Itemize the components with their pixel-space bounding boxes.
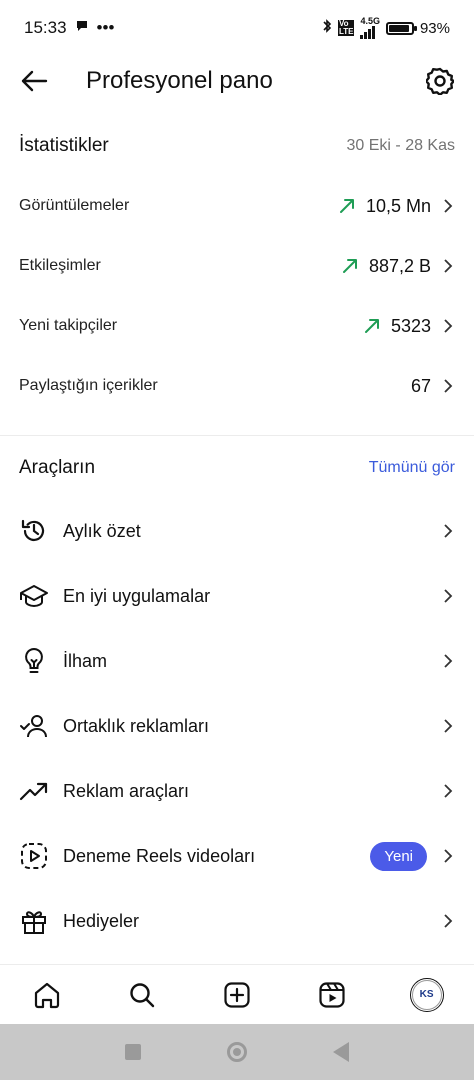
gear-icon [426,67,454,95]
signal-icon [360,26,376,39]
volte-badge: Vo LTE [337,19,355,36]
trend-up-arrow-icon [364,319,379,333]
stat-row-engagement[interactable]: Etkileşimler 887,2 B [19,246,455,286]
stat-row-views[interactable]: Görüntülemeler 10,5 Mn [19,186,455,226]
tool-row-trial-reels[interactable]: Deneme Reels videoları Yeni [19,830,455,882]
tool-row-gifts[interactable]: Hediyeler [19,895,455,947]
status-bar: 15:33 ••• Vo LTE 4.5G 93% [0,0,474,56]
nav-profile-button[interactable]: KS [405,973,449,1017]
home-icon [35,982,60,1008]
status-bar-right: Vo LTE 4.5G 93% [322,17,450,39]
section-divider [0,435,474,436]
recent-apps-button[interactable] [125,1044,141,1060]
stat-value: 5323 [390,315,431,336]
network-indicator: 4.5G [360,17,380,39]
back-arrow-icon [21,70,48,92]
tools-section-header: Araçların Tümünü gör [19,448,455,488]
stat-label: Paylaştığın içerikler [19,377,158,394]
reels-trial-icon [19,841,49,871]
chevron-right-icon [441,378,455,394]
lightbulb-icon [19,646,49,676]
tool-row-partnership-ads[interactable]: Ortaklık reklamları [19,700,455,752]
create-icon [224,981,250,1008]
more-notifications-indicator: ••• [96,18,115,37]
trend-up-arrow-icon [342,259,357,273]
stat-label: Görüntülemeler [19,197,130,214]
tools-heading: Araçların [19,457,96,478]
status-bar-left: 15:33 ••• [24,18,114,38]
tool-label: Ortaklık reklamları [63,715,210,736]
tool-label: İlham [63,650,108,671]
stat-label: Yeni takipçiler [19,317,118,334]
chevron-right-icon [441,198,455,214]
stat-label: Etkileşimler [19,257,101,274]
back-button[interactable] [18,65,50,97]
tool-row-ad-tools[interactable]: Reklam araçları [19,765,455,817]
chevron-right-icon [441,318,455,334]
stat-value: 10,5 Mn [365,195,431,216]
network-type: 4.5G [360,16,380,26]
battery-percent: 93% [419,19,450,37]
chevron-right-icon [441,913,455,929]
graduation-cap-icon [19,581,49,611]
home-system-button[interactable] [227,1042,247,1062]
avatar-initials: KS [411,979,442,1010]
tool-label: En iyi uygulamalar [63,585,211,606]
stat-value: 67 [410,375,431,396]
chevron-right-icon [441,258,455,274]
reels-icon [319,981,345,1008]
tool-row-monthly-summary[interactable]: Aylık özet [19,505,455,557]
status-time: 15:33 [24,18,67,37]
tool-label: Aylık özet [63,520,141,541]
new-badge: Yeni [370,841,427,871]
settings-button[interactable] [424,65,456,97]
page-title: Profesyonel pano [86,67,273,94]
history-icon [19,516,49,546]
gift-icon [19,906,49,936]
search-icon [130,982,155,1007]
person-check-icon [19,711,49,741]
chevron-right-icon [441,653,455,669]
chevron-right-icon [441,783,455,799]
trending-up-icon [19,776,49,806]
battery-icon [385,21,417,35]
stat-value: 887,2 B [368,255,431,276]
see-all-link[interactable]: Tümünü gör [369,459,455,477]
tool-row-inspiration[interactable]: İlham [19,635,455,687]
tool-label: Deneme Reels videoları [63,845,256,866]
tool-label: Hediyeler [63,910,140,931]
trend-up-arrow-icon [339,199,354,213]
stats-section-header: İstatistikler 30 Eki - 28 Kas [19,126,455,166]
stats-date-range[interactable]: 30 Eki - 28 Kas [347,137,456,155]
nav-create-button[interactable] [215,973,259,1017]
stat-row-shared-content[interactable]: Paylaştığın içerikler 67 [19,366,455,406]
nav-reels-button[interactable] [310,973,354,1017]
stat-row-followers[interactable]: Yeni takipçiler 5323 [19,306,455,346]
stats-heading: İstatistikler [19,135,109,156]
bluetooth-icon [322,18,332,38]
chevron-right-icon [441,848,455,864]
app-header: Profesyonel pano [0,56,474,106]
tool-row-best-practices[interactable]: En iyi uygulamalar [19,570,455,622]
chevron-right-icon [441,523,455,539]
chat-notification-icon [75,18,89,38]
system-navigation-bar [0,1024,474,1080]
chevron-right-icon [441,718,455,734]
nav-home-button[interactable] [25,973,69,1017]
tool-label: Reklam araçları [63,780,190,801]
avatar: KS [409,977,444,1012]
chevron-right-icon [441,588,455,604]
bottom-navigation: KS [0,964,474,1024]
nav-search-button[interactable] [120,973,164,1017]
back-system-button[interactable] [333,1042,349,1062]
